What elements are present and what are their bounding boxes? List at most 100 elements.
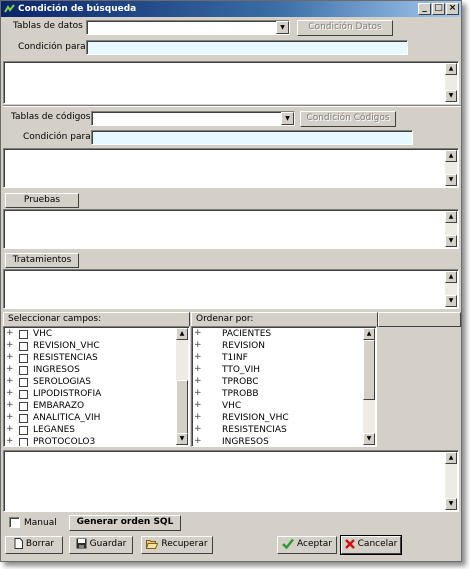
data-condition-field[interactable] [86,40,408,55]
expand-icon[interactable]: + [6,364,14,375]
list-item[interactable]: + REVISION_VHC [4,340,100,352]
expand-icon[interactable]: + [6,328,14,339]
list-item[interactable]: + EMBARAZO [4,400,84,412]
code-condition-field[interactable] [91,130,413,145]
accept-button[interactable]: Aceptar [277,536,337,554]
expand-icon[interactable]: + [194,388,202,399]
manual-checkbox[interactable] [9,517,20,528]
list-item[interactable]: + ANALITICA_VIH [4,412,100,424]
expand-icon[interactable]: + [194,340,202,351]
data-tables-combo[interactable]: ▼ [86,20,290,35]
select-fields-list[interactable]: + VHC + REVISION_VHC + RESISTENCIAS + INGRESOS +… [3,326,190,447]
title-bar[interactable]: Condición de búsqueda _ □ × [1,1,461,17]
memo-scrollbar[interactable]: ▲ ▼ [445,452,457,510]
scroll-down-icon[interactable]: ▼ [445,295,457,307]
scroll-up-icon[interactable]: ▲ [363,328,375,340]
field-checkbox[interactable] [19,438,28,446]
expand-icon[interactable]: + [6,424,14,435]
field-checkbox[interactable] [19,402,28,411]
clear-button[interactable]: Borrar [5,536,63,554]
treatments-memo[interactable]: ▲ ▼ [3,269,459,309]
maximize-button[interactable]: □ [432,3,445,15]
scroll-down-icon[interactable]: ▼ [445,498,457,510]
expand-icon[interactable]: + [6,412,14,423]
save-button[interactable]: Guardar [69,536,133,554]
list-item[interactable]: + LIPODISTROFIA [4,388,101,400]
generate-sql-button[interactable]: Generar orden SQL [69,515,181,531]
expand-icon[interactable]: + [194,436,202,446]
list-item[interactable]: + TPROBC [192,376,259,388]
code-tables-combo[interactable]: ▼ [91,111,295,126]
expand-icon[interactable]: + [6,436,14,446]
list-scrollbar[interactable]: ▲ ▼ [363,328,375,445]
list-item[interactable]: + TTO_VIH [192,364,260,376]
code-condition-memo[interactable]: ▲ ▼ [3,148,459,188]
memo-scrollbar[interactable]: ▲ ▼ [445,63,457,102]
scroll-down-icon[interactable]: ▼ [445,174,457,186]
data-condition-memo[interactable]: ▲ ▼ [3,61,459,104]
scroll-up-icon[interactable]: ▲ [445,271,457,283]
chevron-down-icon[interactable]: ▼ [276,21,289,34]
chevron-down-icon[interactable]: ▼ [281,112,294,125]
condition-codes-button[interactable]: Condición Códigos [300,111,396,127]
scroll-thumb[interactable] [363,340,375,400]
field-checkbox[interactable] [19,366,28,375]
list-item[interactable]: + INGRESOS [4,364,80,376]
list-item[interactable]: + INGRESOS [192,436,269,446]
scroll-down-icon[interactable]: ▼ [445,90,457,102]
field-checkbox[interactable] [19,414,28,423]
retrieve-button[interactable]: Recuperar [141,536,213,554]
list-item[interactable]: + T1INF [192,352,248,364]
scroll-up-icon[interactable]: ▲ [445,150,457,162]
scroll-up-icon[interactable]: ▲ [176,328,188,340]
sql-memo[interactable]: ▲ ▼ [3,450,459,512]
list-item[interactable]: + SEROLOGIAS [4,376,91,388]
field-checkbox[interactable] [19,330,28,339]
memo-scrollbar[interactable]: ▲ ▼ [445,271,457,307]
treatments-header[interactable]: Tratamientos [5,253,79,268]
memo-scrollbar[interactable]: ▲ ▼ [445,150,457,186]
list-item[interactable]: + VHC [4,328,52,340]
expand-icon[interactable]: + [194,400,202,411]
expand-icon[interactable]: + [194,352,202,363]
minimize-button[interactable]: _ [418,3,431,15]
expand-icon[interactable]: + [194,424,202,435]
scroll-up-icon[interactable]: ▲ [445,63,457,75]
field-checkbox[interactable] [19,342,28,351]
field-checkbox[interactable] [19,378,28,387]
expand-icon[interactable]: + [194,376,202,387]
list-item[interactable]: + REVISION [192,340,265,352]
expand-icon[interactable]: + [6,352,14,363]
expand-icon[interactable]: + [194,364,202,375]
scroll-down-icon[interactable]: ▼ [363,433,375,445]
list-item[interactable]: + PROTOCOLO3 [4,436,95,446]
scroll-down-icon[interactable]: ▼ [176,433,188,445]
expand-icon[interactable]: + [6,376,14,387]
scroll-up-icon[interactable]: ▲ [445,211,457,223]
list-scrollbar[interactable]: ▲ ▼ [176,328,188,445]
cancel-button[interactable]: Cancelar [340,535,402,555]
expand-icon[interactable]: + [194,412,202,423]
condition-data-button[interactable]: Condición Datos [297,20,393,36]
close-button[interactable]: × [446,3,459,15]
scroll-thumb[interactable] [176,380,188,434]
tests-memo[interactable]: ▲ ▼ [3,209,459,249]
list-item[interactable]: + TPROBB [192,388,259,400]
expand-icon[interactable]: + [6,400,14,411]
scroll-up-icon[interactable]: ▲ [445,452,457,464]
tests-header[interactable]: Pruebas [5,193,79,208]
expand-icon[interactable]: + [6,340,14,351]
list-item[interactable]: + RESISTENCIAS [192,424,287,436]
expand-icon[interactable]: + [6,388,14,399]
list-item[interactable]: + VHC [192,400,241,412]
list-item[interactable]: + LEGANES [4,424,75,436]
list-item[interactable]: + RESISTENCIAS [4,352,98,364]
list-item[interactable]: + REVISION_VHC [192,412,289,424]
expand-icon[interactable]: + [194,328,202,339]
memo-scrollbar[interactable]: ▲ ▼ [445,211,457,247]
scroll-down-icon[interactable]: ▼ [445,235,457,247]
field-checkbox[interactable] [19,426,28,435]
field-checkbox[interactable] [19,354,28,363]
order-by-list[interactable]: + PACIENTES + REVISION + T1INF + TTO_VIH + TPROBC… [191,326,377,447]
field-checkbox[interactable] [19,390,28,399]
